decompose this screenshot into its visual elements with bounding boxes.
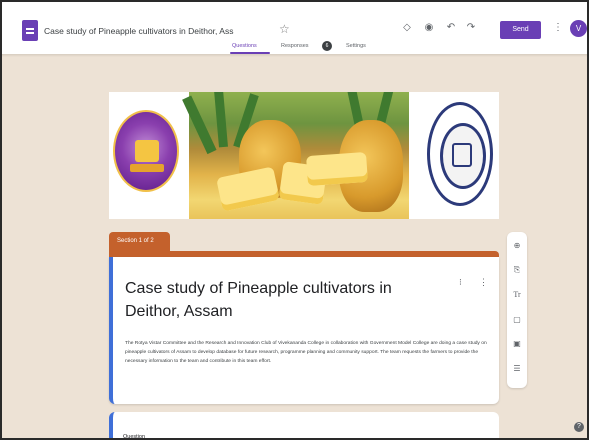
tab-questions[interactable]: Questions: [232, 43, 257, 49]
add-title-icon[interactable]: Tr: [511, 289, 523, 301]
star-icon[interactable]: ☆: [279, 22, 290, 36]
add-question-icon[interactable]: ⊕: [511, 240, 523, 252]
pineapple-leaf: [182, 95, 217, 155]
more-vert-icon[interactable]: ⋮: [553, 22, 563, 33]
topbar-shadow: [2, 54, 587, 57]
drag-handle-icon[interactable]: ⁝: [459, 277, 462, 288]
add-image-icon[interactable]: ▢: [511, 314, 523, 326]
tab-responses[interactable]: Responses: [281, 43, 309, 49]
top-bar: Case study of Pineapple cultivators in D…: [2, 2, 587, 54]
add-video-icon[interactable]: ▣: [511, 338, 523, 350]
form-title-card[interactable]: Case study of Pineapple cultivators in D…: [109, 257, 499, 404]
question-label: Question: [123, 434, 146, 440]
import-questions-icon[interactable]: ⎘: [511, 264, 523, 276]
pineapple-slice: [216, 166, 280, 212]
preview-icon[interactable]: ◉: [423, 22, 435, 34]
responses-count-badge: 6: [322, 41, 332, 51]
college-logo-right: [427, 102, 493, 206]
send-button[interactable]: Send: [500, 21, 541, 39]
undo-icon[interactable]: ↶: [445, 22, 457, 34]
redo-icon[interactable]: ↷: [465, 22, 477, 34]
tab-settings[interactable]: Settings: [346, 43, 366, 49]
google-forms-icon[interactable]: [22, 20, 38, 41]
section-more-icon[interactable]: ⋮: [479, 277, 488, 288]
form-title[interactable]: Case study of Pineapple cultivators in D…: [125, 277, 435, 323]
account-avatar[interactable]: V: [570, 20, 587, 37]
pineapple-slice: [306, 151, 368, 187]
college-logo-left: [113, 110, 179, 192]
palette-icon[interactable]: ◇: [401, 22, 413, 34]
pineapple-photo: [182, 92, 409, 219]
form-document-title[interactable]: Case study of Pineapple cultivators in D…: [44, 26, 233, 36]
section-label: Section 1 of 2: [109, 232, 170, 251]
pineapple-leaf: [213, 92, 228, 148]
form-description[interactable]: The Rotya Vistar Committee and the Resea…: [125, 339, 495, 366]
help-icon[interactable]: ?: [574, 422, 584, 432]
app-window: Case study of Pineapple cultivators in D…: [0, 0, 589, 440]
form-tabs: Questions Responses 6 Settings: [2, 40, 587, 54]
add-section-icon[interactable]: ☰: [511, 363, 523, 375]
side-toolbar: ⊕ ⎘ Tr ▢ ▣ ☰: [507, 232, 527, 388]
form-header-image[interactable]: [109, 92, 499, 219]
question-card[interactable]: Question: [109, 412, 499, 440]
